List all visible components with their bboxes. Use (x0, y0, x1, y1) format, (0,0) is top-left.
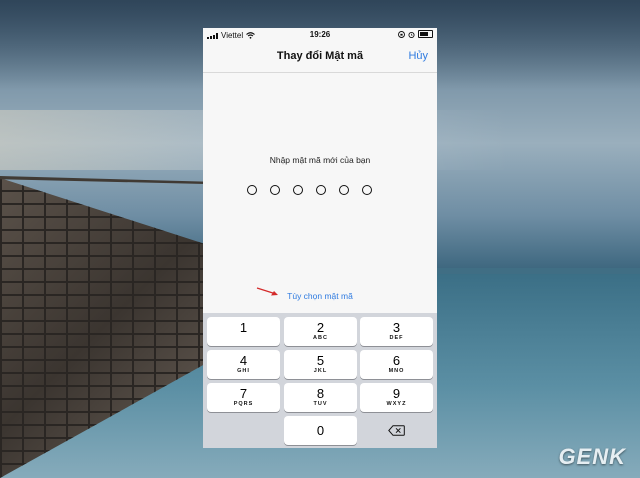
phone-screen: Viettel 19:26 Thay đổi Mật mã Hủy Nhập m… (203, 28, 437, 448)
key-number: 1 (239, 320, 248, 335)
navigation-bar: Thay đổi Mật mã Hủy (203, 42, 437, 73)
key-6[interactable]: 6 MNO (360, 350, 433, 379)
page-title: Thay đổi Mật mã (276, 50, 364, 62)
key-number: 2 (316, 320, 325, 335)
backspace-icon (388, 425, 405, 436)
key-9[interactable]: 9 WXYZ (360, 383, 433, 412)
key-letters: TUV (313, 401, 328, 407)
key-3[interactable]: 3 DEF (360, 317, 433, 346)
key-number: 4 (239, 353, 248, 368)
passcode-dot (270, 185, 280, 195)
key-letters: DEF (389, 335, 404, 341)
passcode-options-link[interactable]: Tùy chọn mật mã (203, 291, 437, 301)
key-number: 9 (392, 386, 401, 401)
key-letters: PQRS (233, 401, 254, 407)
key-1[interactable]: 1 (207, 317, 280, 346)
brick-wall-top (0, 176, 205, 184)
alarm-icon (408, 31, 415, 38)
numeric-keypad: 1 2 ABC 3 DEF 4 GHI 5 JKL 6 MNO 7 PQRS 8 TUV 9W… (203, 313, 437, 448)
key-number: 3 (392, 320, 401, 335)
key-5[interactable]: 5 JKL (284, 350, 357, 379)
key-number: 0 (316, 423, 325, 438)
key-number: 6 (392, 353, 401, 368)
key-8[interactable]: 8 TUV (284, 383, 357, 412)
key-number: 7 (239, 386, 248, 401)
rotation-lock-icon (398, 30, 405, 38)
passcode-dot (362, 185, 372, 195)
key-letters: ABC (313, 335, 328, 341)
status-right (398, 30, 433, 38)
passcode-dot (316, 185, 326, 195)
passcode-prompt: Nhập mật mã mới của bạn (269, 155, 371, 165)
key-4[interactable]: 4 GHI (207, 350, 280, 379)
key-letters: JKL (313, 368, 328, 374)
key-letters: MNO (388, 368, 405, 374)
passcode-dots (247, 185, 372, 195)
key-2[interactable]: 2 ABC (284, 317, 357, 346)
status-bar: Viettel 19:26 (203, 28, 437, 42)
key-letters: WXYZ (386, 401, 407, 407)
watermark-logo: GENK (558, 444, 626, 469)
key-0[interactable]: 0 (284, 416, 357, 445)
key-letters: GHI (237, 368, 250, 374)
key-number: 5 (316, 353, 325, 368)
passcode-dot (339, 185, 349, 195)
delete-button[interactable] (360, 416, 433, 445)
key-number: 8 (316, 386, 325, 401)
cancel-button[interactable]: Hủy (408, 50, 428, 62)
passcode-dot (247, 185, 257, 195)
passcode-dot (293, 185, 303, 195)
key-7[interactable]: 7 PQRS (207, 383, 280, 412)
battery-icon (418, 30, 433, 38)
